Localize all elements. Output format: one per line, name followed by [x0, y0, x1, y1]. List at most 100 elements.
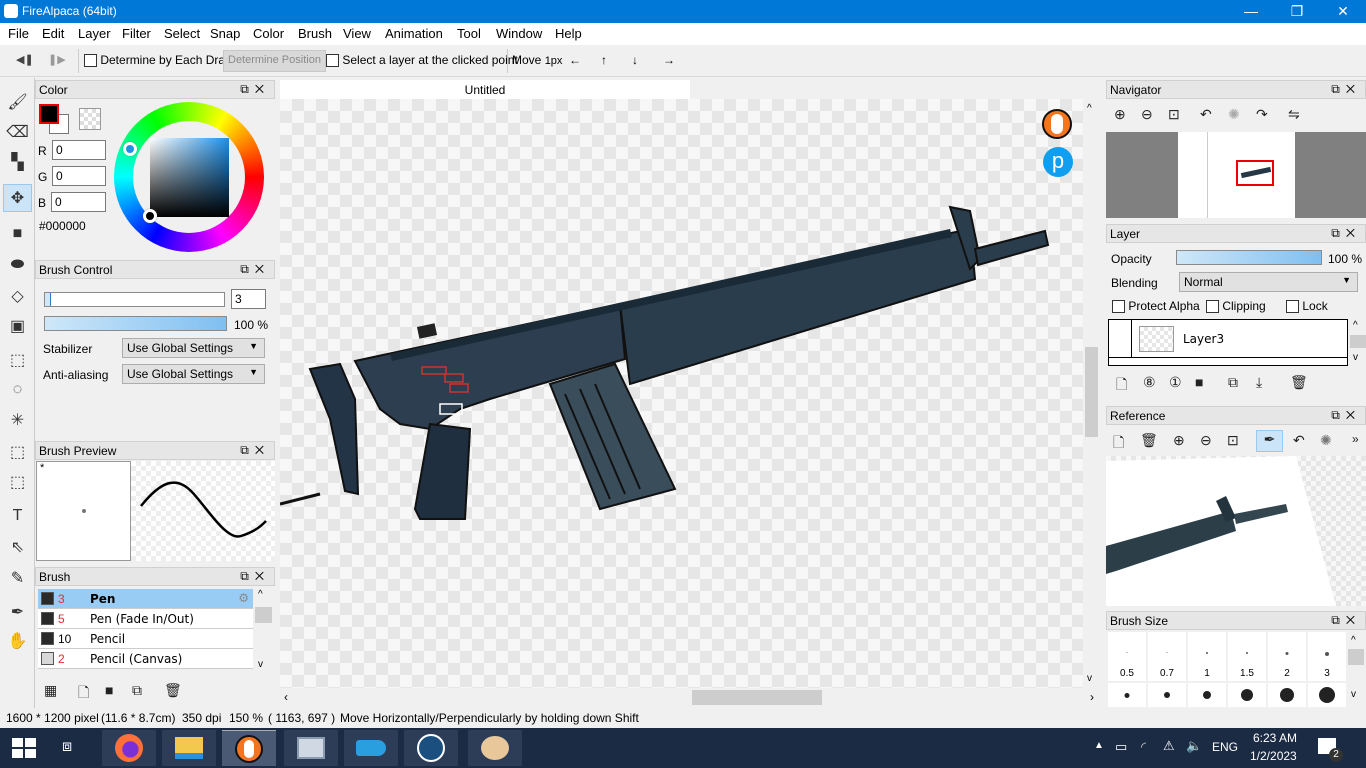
zoom-fit-icon[interactable]: ⊡ [1168, 106, 1180, 123]
steam-taskbar-icon[interactable] [404, 730, 458, 766]
brush-size-cell[interactable] [1108, 683, 1146, 707]
menu-window[interactable]: Window [496, 26, 542, 41]
b-input[interactable]: 0 [51, 192, 106, 212]
panel-buttons[interactable]: ⧉✕ [240, 443, 270, 458]
arrow-down-icon[interactable]: ↓ [632, 53, 638, 67]
brush-size-cell[interactable]: 0.7 [1148, 632, 1186, 681]
determine-position-button[interactable]: Determine Position [223, 50, 326, 72]
vertical-scrollbar[interactable]: ^ v [1083, 99, 1100, 688]
text-tool-icon[interactable]: T [3, 502, 32, 530]
duplicate-layer-icon[interactable]: ⧉ [1228, 374, 1238, 391]
lasso-tool-icon[interactable]: ◌ [3, 376, 32, 404]
object-tool-icon[interactable]: ⇖ [3, 533, 32, 561]
merge-down-icon[interactable]: ⤓ [1256, 374, 1262, 391]
resource-monitor-taskbar-icon[interactable] [284, 730, 338, 766]
hue-handle[interactable] [123, 142, 137, 156]
paint-taskbar-icon[interactable] [468, 730, 522, 766]
prev-frame-icon[interactable]: ◀❚ [16, 53, 34, 66]
menu-layer[interactable]: Layer [78, 26, 111, 41]
select-layer-checkbox[interactable] [326, 54, 339, 68]
panel-buttons[interactable]: ⧉✕ [240, 82, 270, 97]
rotate-right-icon[interactable]: ↷ [1256, 106, 1268, 123]
arrow-left-icon[interactable]: ← [569, 53, 581, 67]
battery-icon[interactable]: ▭ [1115, 739, 1127, 755]
menu-help[interactable]: Help [555, 26, 582, 41]
eraser-tool-icon[interactable]: ⌫ [3, 118, 32, 146]
new-layer-icon[interactable]: 🗋 [1116, 374, 1127, 398]
next-frame-icon[interactable]: ❚▶ [48, 53, 66, 66]
navigator-preview[interactable] [1106, 132, 1366, 218]
determine-by-drag-checkbox[interactable] [84, 54, 97, 68]
brush-size-scrollbar[interactable]: ^ v [1348, 631, 1364, 707]
bucket-tool-icon[interactable]: ◇ [3, 282, 32, 310]
horizontal-scrollbar[interactable]: ‹ › [280, 688, 1100, 706]
horizontal-scroll-thumb[interactable] [692, 690, 822, 705]
menu-view[interactable]: View [343, 26, 371, 41]
minimize-button[interactable]: — [1228, 0, 1274, 23]
protect-alpha-option[interactable]: Protect Alpha [1112, 299, 1200, 314]
layer-list-scrollbar[interactable]: ^ v [1350, 320, 1366, 366]
reference-image[interactable] [1106, 456, 1366, 606]
security-alert-icon[interactable]: ⚠ [1163, 738, 1175, 754]
menu-filter[interactable]: Filter [122, 26, 151, 41]
document-tab[interactable]: Untitled [280, 80, 690, 99]
stabilizer-select[interactable]: Use Global Settings ▼ [122, 338, 265, 358]
eyedropper-tool-icon[interactable]: ✒ [3, 598, 32, 626]
protect-alpha-checkbox[interactable] [1112, 300, 1125, 314]
close-button[interactable]: ✕ [1320, 0, 1366, 23]
brush-item[interactable]: 2 Pencil (Canvas) [38, 649, 253, 669]
brush-size-cell[interactable]: 0.5 [1108, 632, 1146, 681]
brush-save-icon[interactable]: ▦ [44, 682, 57, 699]
reference-eyedropper-icon[interactable]: ✒ [1256, 430, 1283, 452]
brush-item[interactable]: 3 Pen ⚙ [38, 589, 253, 609]
reference-fit-icon[interactable]: ⊡ [1227, 432, 1239, 449]
brush-size-cell[interactable] [1148, 683, 1186, 707]
panel-buttons[interactable]: ⧉✕ [1331, 82, 1361, 97]
menu-snap[interactable]: Snap [210, 26, 240, 41]
reference-reset-icon[interactable]: ✺ [1320, 432, 1332, 449]
brush-size-cell[interactable]: 2 [1268, 632, 1306, 681]
menu-color[interactable]: Color [253, 26, 284, 41]
task-view-icon[interactable]: ⧈ [62, 738, 72, 756]
rotate-left-icon[interactable]: ↶ [1200, 106, 1212, 123]
menu-animation[interactable]: Animation [385, 26, 443, 41]
brush-size-cell[interactable]: 1 [1188, 632, 1226, 681]
brush-tool-icon[interactable]: 🖌 [3, 88, 32, 116]
panel-buttons[interactable]: ⧉✕ [240, 569, 270, 584]
restore-button[interactable]: ❐ [1274, 0, 1320, 23]
foreground-color-swatch[interactable] [39, 104, 59, 124]
firealpaca-logo-icon[interactable] [1042, 109, 1072, 139]
magic-wand-tool-icon[interactable]: ✳ [3, 406, 32, 434]
divide-tool-icon[interactable]: ✎ [3, 564, 32, 592]
reference-zoom-out-icon[interactable]: ⊖ [1200, 432, 1212, 449]
delete-layer-icon[interactable]: 🗑 [1290, 374, 1308, 391]
more-options-icon[interactable]: » [1352, 432, 1359, 446]
reference-zoom-in-icon[interactable]: ⊕ [1173, 432, 1185, 449]
transparent-color-swatch[interactable] [79, 108, 101, 130]
select-pen-tool-icon[interactable]: ⬚ [3, 438, 32, 466]
reset-rotation-icon[interactable]: ✺ [1228, 106, 1240, 123]
zoom-out-icon[interactable]: ⊖ [1141, 106, 1153, 123]
lock-checkbox[interactable] [1286, 300, 1299, 314]
select-eraser-tool-icon[interactable]: ⬚ [3, 468, 32, 496]
new-1bit-layer-icon[interactable]: ① [1169, 374, 1182, 391]
close-reference-icon[interactable]: 🗑 [1140, 432, 1158, 449]
brush-size-slider[interactable] [44, 292, 225, 307]
new-brush-icon[interactable]: 🗋 [78, 682, 89, 706]
clock-time[interactable]: 6:23 AM [1253, 731, 1297, 745]
hand-tool-icon[interactable]: ✋ [3, 627, 32, 655]
menu-edit[interactable]: Edit [42, 26, 64, 41]
arrow-up-icon[interactable]: ↑ [601, 53, 607, 67]
app-taskbar-icon[interactable] [344, 730, 398, 766]
delete-brush-icon[interactable]: 🗑 [164, 682, 182, 699]
clipping-checkbox[interactable] [1206, 300, 1219, 314]
canvas[interactable]: p [279, 99, 1083, 688]
determine-by-drag-option[interactable]: Determine by Each Drag [84, 53, 232, 68]
layer-opacity-slider[interactable] [1176, 250, 1322, 265]
brush-size-cell[interactable] [1228, 683, 1266, 707]
menu-file[interactable]: File [8, 26, 29, 41]
panel-buttons[interactable]: ⧉✕ [1331, 613, 1361, 628]
panel-buttons[interactable]: ⧉✕ [240, 262, 270, 277]
saturation-value-square[interactable] [150, 138, 229, 217]
brush-size-input[interactable]: 3 [231, 289, 266, 309]
